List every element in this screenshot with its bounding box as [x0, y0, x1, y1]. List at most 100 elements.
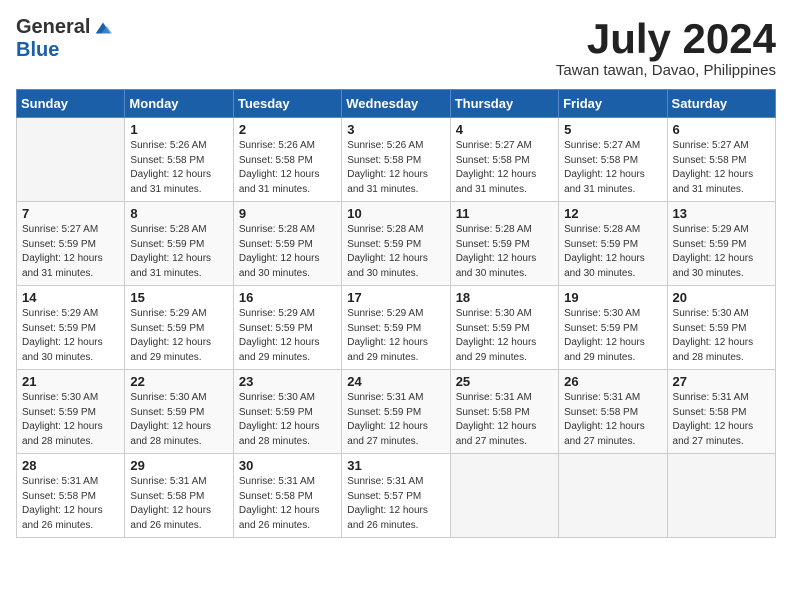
day-info: Sunrise: 5:28 AM Sunset: 5:59 PM Dayligh… — [347, 223, 444, 281]
day-info: Sunrise: 5:28 AM Sunset: 5:59 PM Dayligh… — [456, 223, 553, 281]
calendar-cell: 12 Sunrise: 5:28 AM Sunset: 5:59 PM Dayli… — [559, 202, 667, 286]
day-info: Sunrise: 5:29 AM Sunset: 5:59 PM Dayligh… — [22, 307, 119, 365]
calendar-cell: 2Sunrise: 5:26 AM Sunset: 5:58 PM Daylig… — [233, 118, 341, 202]
calendar-cell: 21 Sunrise: 5:30 AM Sunset: 5:59 PM Dayli… — [17, 370, 125, 454]
day-number: 15 — [130, 290, 227, 305]
column-header-sunday: Sunday — [17, 90, 125, 118]
day-number: 25 — [456, 374, 553, 389]
day-number: 7 — [22, 206, 119, 221]
calendar-cell: 9Sunrise: 5:28 AM Sunset: 5:59 PM Daylig… — [233, 202, 341, 286]
logo-blue-text: Blue — [16, 39, 59, 62]
day-info: Sunrise: 5:27 AM Sunset: 5:59 PM Dayligh… — [22, 223, 119, 281]
day-number: 30 — [239, 458, 336, 473]
calendar-cell: 11 Sunrise: 5:28 AM Sunset: 5:59 PM Dayli… — [450, 202, 558, 286]
day-number: 26 — [564, 374, 661, 389]
calendar-cell: 3Sunrise: 5:26 AM Sunset: 5:58 PM Daylig… — [342, 118, 450, 202]
day-info: Sunrise: 5:31 AM Sunset: 5:58 PM Dayligh… — [130, 475, 227, 533]
calendar-cell: 16 Sunrise: 5:29 AM Sunset: 5:59 PM Dayli… — [233, 286, 341, 370]
title-area: July 2024 Tawan tawan, Davao, Philippine… — [556, 16, 776, 79]
logo-icon — [92, 17, 114, 39]
day-number: 31 — [347, 458, 444, 473]
day-info: Sunrise: 5:31 AM Sunset: 5:59 PM Dayligh… — [347, 391, 444, 449]
calendar-week-5: 28 Sunrise: 5:31 AM Sunset: 5:58 PM Dayli… — [17, 454, 776, 538]
column-header-wednesday: Wednesday — [342, 90, 450, 118]
day-info: Sunrise: 5:29 AM Sunset: 5:59 PM Dayligh… — [673, 223, 770, 281]
day-number: 2 — [239, 122, 336, 137]
calendar-cell: 15 Sunrise: 5:29 AM Sunset: 5:59 PM Dayli… — [125, 286, 233, 370]
day-info: Sunrise: 5:28 AM Sunset: 5:59 PM Dayligh… — [130, 223, 227, 281]
calendar-cell: 30Sunrise: 5:31 AM Sunset: 5:58 PM Dayli… — [233, 454, 341, 538]
day-number: 28 — [22, 458, 119, 473]
calendar-week-2: 7 Sunrise: 5:27 AM Sunset: 5:59 PM Daylig… — [17, 202, 776, 286]
day-info: Sunrise: 5:30 AM Sunset: 5:59 PM Dayligh… — [22, 391, 119, 449]
calendar-cell: 13 Sunrise: 5:29 AM Sunset: 5:59 PM Dayli… — [667, 202, 775, 286]
day-number: 21 — [22, 374, 119, 389]
calendar-cell: 7 Sunrise: 5:27 AM Sunset: 5:59 PM Daylig… — [17, 202, 125, 286]
calendar-cell: 23 Sunrise: 5:30 AM Sunset: 5:59 PM Dayli… — [233, 370, 341, 454]
day-number: 22 — [130, 374, 227, 389]
day-number: 16 — [239, 290, 336, 305]
day-number: 9 — [239, 206, 336, 221]
logo-general-text: General — [16, 16, 90, 39]
day-info: Sunrise: 5:30 AM Sunset: 5:59 PM Dayligh… — [456, 307, 553, 365]
day-info: Sunrise: 5:27 AM Sunset: 5:58 PM Dayligh… — [564, 139, 661, 197]
column-header-monday: Monday — [125, 90, 233, 118]
calendar-table: SundayMondayTuesdayWednesdayThursdayFrid… — [16, 89, 776, 538]
calendar-cell: 31Sunrise: 5:31 AM Sunset: 5:57 PM Dayli… — [342, 454, 450, 538]
calendar-cell: 14 Sunrise: 5:29 AM Sunset: 5:59 PM Dayli… — [17, 286, 125, 370]
day-number: 12 — [564, 206, 661, 221]
calendar-cell: 10 Sunrise: 5:28 AM Sunset: 5:59 PM Dayli… — [342, 202, 450, 286]
day-number: 11 — [456, 206, 553, 221]
calendar-cell: 5 Sunrise: 5:27 AM Sunset: 5:58 PM Daylig… — [559, 118, 667, 202]
day-number: 3 — [347, 122, 444, 137]
day-number: 24 — [347, 374, 444, 389]
calendar-cell: 26 Sunrise: 5:31 AM Sunset: 5:58 PM Dayli… — [559, 370, 667, 454]
calendar-week-1: 1Sunrise: 5:26 AM Sunset: 5:58 PM Daylig… — [17, 118, 776, 202]
day-info: Sunrise: 5:27 AM Sunset: 5:58 PM Dayligh… — [673, 139, 770, 197]
day-info: Sunrise: 5:28 AM Sunset: 5:59 PM Dayligh… — [564, 223, 661, 281]
day-number: 19 — [564, 290, 661, 305]
day-number: 13 — [673, 206, 770, 221]
day-info: Sunrise: 5:31 AM Sunset: 5:58 PM Dayligh… — [564, 391, 661, 449]
day-number: 14 — [22, 290, 119, 305]
column-header-thursday: Thursday — [450, 90, 558, 118]
calendar-cell: 24 Sunrise: 5:31 AM Sunset: 5:59 PM Dayli… — [342, 370, 450, 454]
calendar-cell: 17Sunrise: 5:29 AM Sunset: 5:59 PM Dayli… — [342, 286, 450, 370]
day-info: Sunrise: 5:30 AM Sunset: 5:59 PM Dayligh… — [564, 307, 661, 365]
calendar-cell — [450, 454, 558, 538]
calendar-cell — [17, 118, 125, 202]
day-info: Sunrise: 5:30 AM Sunset: 5:59 PM Dayligh… — [130, 391, 227, 449]
calendar-body: 1Sunrise: 5:26 AM Sunset: 5:58 PM Daylig… — [17, 118, 776, 538]
day-number: 8 — [130, 206, 227, 221]
day-number: 18 — [456, 290, 553, 305]
calendar-cell: 27Sunrise: 5:31 AM Sunset: 5:58 PM Dayli… — [667, 370, 775, 454]
day-info: Sunrise: 5:29 AM Sunset: 5:59 PM Dayligh… — [130, 307, 227, 365]
calendar-cell: 22 Sunrise: 5:30 AM Sunset: 5:59 PM Dayli… — [125, 370, 233, 454]
day-number: 10 — [347, 206, 444, 221]
column-header-saturday: Saturday — [667, 90, 775, 118]
calendar-header-row: SundayMondayTuesdayWednesdayThursdayFrid… — [17, 90, 776, 118]
calendar-week-4: 21 Sunrise: 5:30 AM Sunset: 5:59 PM Dayli… — [17, 370, 776, 454]
page-header: General Blue July 2024 Tawan tawan, Dava… — [16, 16, 776, 79]
month-title: July 2024 — [556, 16, 776, 62]
day-number: 6 — [673, 122, 770, 137]
calendar-cell: 25Sunrise: 5:31 AM Sunset: 5:58 PM Dayli… — [450, 370, 558, 454]
calendar-cell: 4Sunrise: 5:27 AM Sunset: 5:58 PM Daylig… — [450, 118, 558, 202]
day-number: 27 — [673, 374, 770, 389]
day-info: Sunrise: 5:30 AM Sunset: 5:59 PM Dayligh… — [239, 391, 336, 449]
day-info: Sunrise: 5:29 AM Sunset: 5:59 PM Dayligh… — [239, 307, 336, 365]
day-info: Sunrise: 5:30 AM Sunset: 5:59 PM Dayligh… — [673, 307, 770, 365]
calendar-cell — [667, 454, 775, 538]
calendar-cell: 20Sunrise: 5:30 AM Sunset: 5:59 PM Dayli… — [667, 286, 775, 370]
day-number: 17 — [347, 290, 444, 305]
day-number: 23 — [239, 374, 336, 389]
calendar-week-3: 14 Sunrise: 5:29 AM Sunset: 5:59 PM Dayli… — [17, 286, 776, 370]
day-info: Sunrise: 5:31 AM Sunset: 5:58 PM Dayligh… — [22, 475, 119, 533]
day-number: 5 — [564, 122, 661, 137]
day-number: 4 — [456, 122, 553, 137]
calendar-cell — [559, 454, 667, 538]
column-header-friday: Friday — [559, 90, 667, 118]
logo: General Blue — [16, 16, 114, 62]
calendar-cell: 6 Sunrise: 5:27 AM Sunset: 5:58 PM Daylig… — [667, 118, 775, 202]
calendar-cell: 8 Sunrise: 5:28 AM Sunset: 5:59 PM Daylig… — [125, 202, 233, 286]
